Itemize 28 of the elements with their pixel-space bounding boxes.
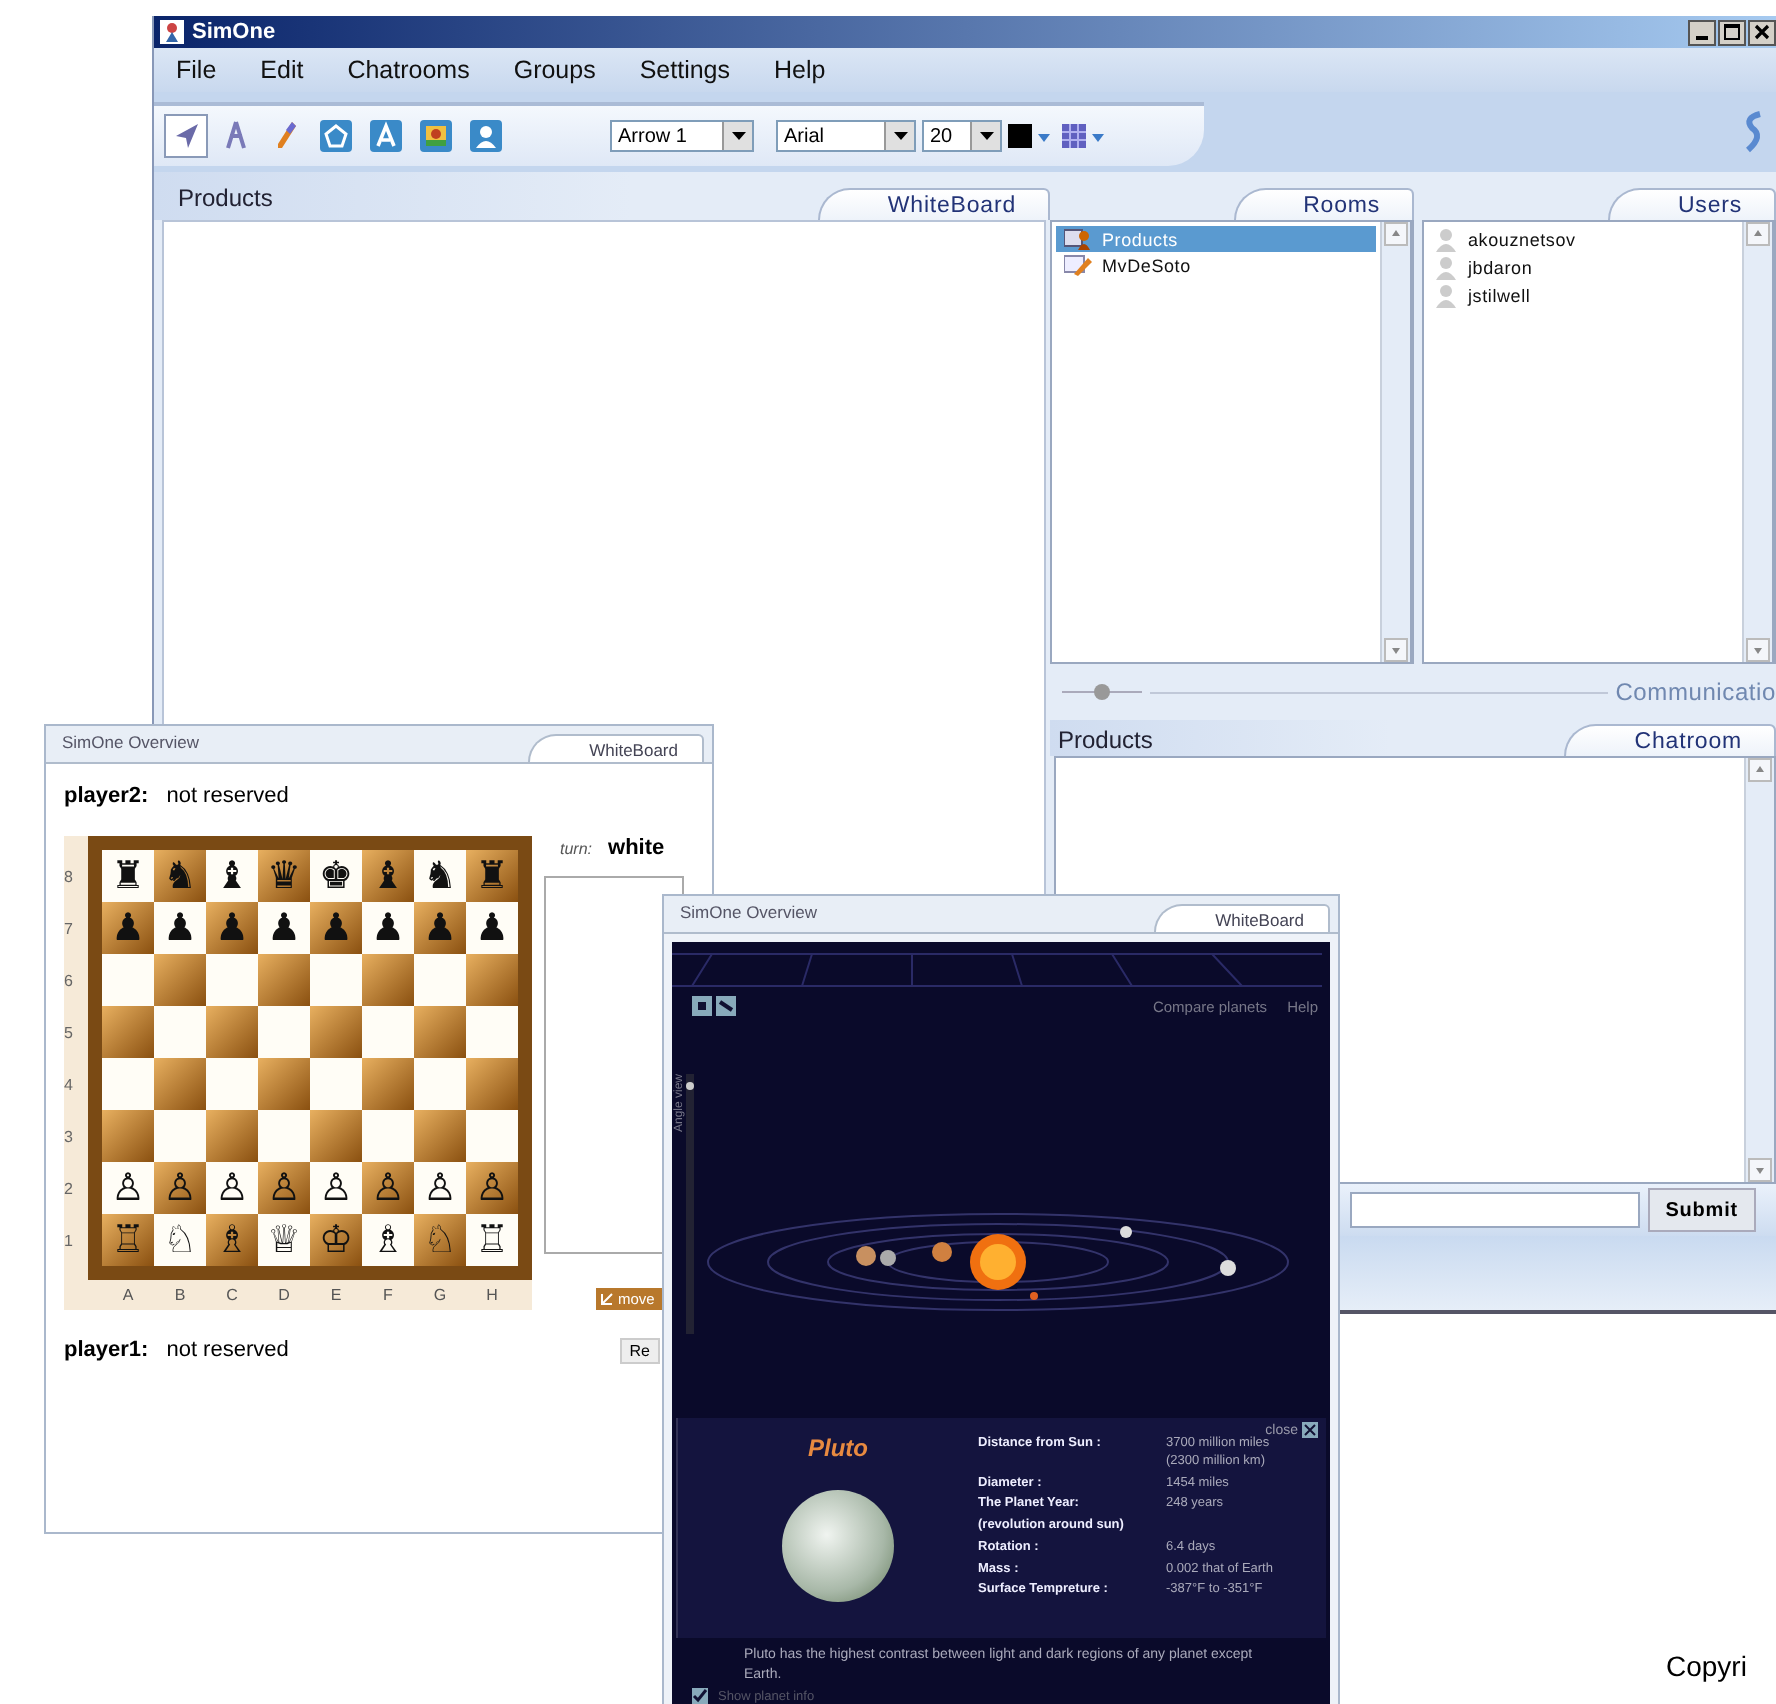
file-label: G	[431, 1285, 449, 1303]
file-label: E	[328, 1285, 344, 1303]
turn-label: turn:	[560, 840, 593, 858]
player-label: player2:	[64, 784, 149, 808]
rank-label: 1	[64, 1229, 75, 1253]
file-label: A	[120, 1285, 136, 1303]
rank-label: 8	[64, 865, 75, 889]
rank-label: 7	[64, 917, 75, 941]
turn-value: white	[608, 836, 665, 860]
window-title: SimOne Overview	[678, 902, 817, 926]
rank-label: 5	[64, 1021, 75, 1045]
file-label: D	[276, 1285, 292, 1303]
player-status: not reserved	[166, 1338, 289, 1362]
file-label: C	[224, 1285, 240, 1303]
file-label: H	[484, 1285, 500, 1303]
rank-label: 2	[64, 1177, 75, 1201]
window-title: SimOne Overview	[60, 732, 199, 756]
player-label: player1:	[64, 1338, 149, 1362]
file-label: B	[172, 1285, 188, 1303]
rank-label: 6	[64, 969, 75, 993]
file-label: F	[381, 1285, 395, 1303]
planet-name: Pluto	[808, 1434, 868, 1462]
copyright-text: Copyri	[1666, 1650, 1747, 1682]
player-status: not reserved	[166, 784, 289, 808]
communication-label: Communicatio	[1615, 678, 1776, 706]
rank-label: 3	[64, 1125, 75, 1149]
rank-label: 4	[64, 1073, 75, 1097]
window-title: SimOne	[192, 20, 276, 44]
